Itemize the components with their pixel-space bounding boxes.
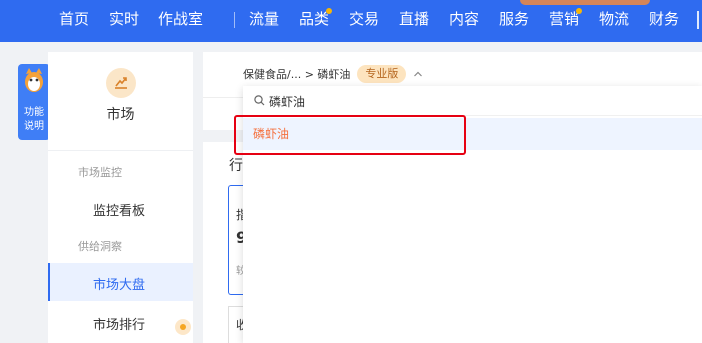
category-search-bar xyxy=(243,86,702,116)
nav-marketing[interactable]: 营销 xyxy=(549,9,579,29)
sidebar-item-market-ranking[interactable]: 市场排行 xyxy=(93,314,145,333)
category-breadcrumb: 保健食品/... > 磷虾油 xyxy=(243,68,351,81)
header-card-divider xyxy=(203,97,243,98)
chevron-up-icon[interactable] xyxy=(413,69,423,79)
nav-war-room[interactable]: 作战室 xyxy=(158,9,203,29)
module-title: 市场 xyxy=(106,107,135,123)
chart-up-icon xyxy=(115,77,127,89)
edition-badge: 专业版 xyxy=(357,65,407,83)
nav-category[interactable]: 品类 xyxy=(299,9,329,29)
feature-help-tab[interactable]: 功能 说明 xyxy=(18,64,50,140)
category-selector[interactable]: 保健食品/... > 磷虾油 专业版 xyxy=(243,64,423,84)
section-title-fragment: 行 xyxy=(229,158,243,174)
sidebar-item-market-overview[interactable]: 市场大盘 xyxy=(93,274,145,293)
nav-new-dot-icon xyxy=(326,8,332,14)
nav-divider xyxy=(234,12,235,28)
nav-service[interactable]: 服务 xyxy=(499,9,529,29)
market-module-icon xyxy=(106,68,136,98)
nav-finance[interactable]: 财务 xyxy=(649,9,679,29)
nav-content[interactable]: 内容 xyxy=(449,9,479,29)
nav-home[interactable]: 首页 xyxy=(59,9,89,29)
nav-traffic[interactable]: 流量 xyxy=(249,9,279,29)
nav-live[interactable]: 直播 xyxy=(399,9,429,29)
top-navigation: 首页 实时 作战室 流量 品类 交易 直播 内容 服务 营销 物流 财务 xyxy=(0,0,702,42)
nav-realtime[interactable]: 实时 xyxy=(109,9,139,29)
category-search-input[interactable] xyxy=(269,91,669,111)
search-icon xyxy=(254,95,265,106)
activity-banner-edge xyxy=(520,0,650,5)
sidebar-divider xyxy=(48,150,193,151)
feature-help-line-2: 说明 xyxy=(24,121,44,132)
annotation-highlight-box xyxy=(234,115,466,155)
feature-help-line-1: 功能 xyxy=(24,107,44,118)
sidebar-item-monitor-board[interactable]: 监控看板 xyxy=(93,200,145,219)
nav-trade[interactable]: 交易 xyxy=(349,9,379,29)
sidebar-active-indicator xyxy=(48,263,50,301)
nav-overflow-edge xyxy=(697,11,699,29)
menu-group-market-monitor: 市场监控 xyxy=(78,166,122,179)
mascot-icon xyxy=(25,68,43,92)
nav-new-dot-icon xyxy=(576,8,582,14)
side-menu: 市场 市场监控 监控看板 供给洞察 市场大盘 市场排行 xyxy=(48,52,193,343)
menu-group-supply-insight: 供给洞察 xyxy=(78,240,122,253)
feature-help-label: 功能 说明 xyxy=(18,106,50,134)
notification-dot-icon xyxy=(175,319,191,335)
nav-logistics[interactable]: 物流 xyxy=(599,9,629,29)
